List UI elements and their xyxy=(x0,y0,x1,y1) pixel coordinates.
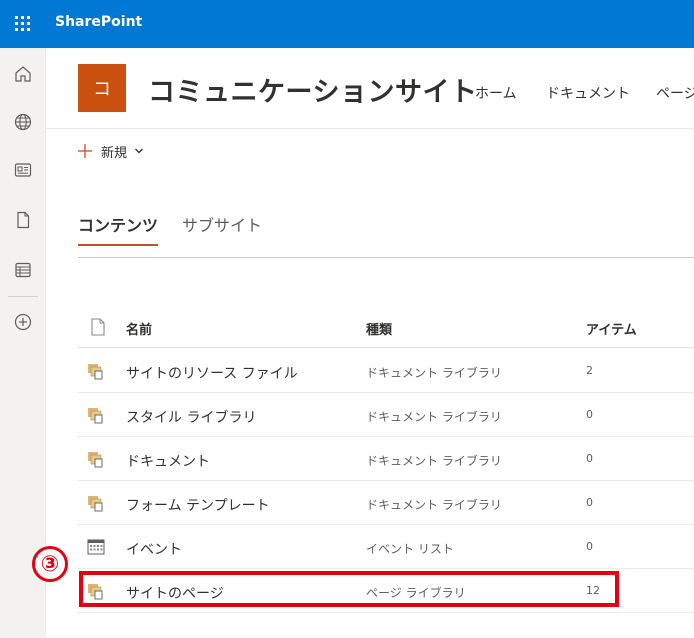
active-tab-indicator xyxy=(78,244,158,246)
new-button[interactable]: 新規 xyxy=(76,138,144,164)
column-header-items[interactable]: アイテム xyxy=(586,319,637,338)
list-row[interactable]: スタイル ライブラリ ドキュメント ライブラリ 0 xyxy=(78,393,694,437)
row-name[interactable]: サイトのリソース ファイル xyxy=(126,363,298,383)
news-button[interactable] xyxy=(0,150,46,190)
calendar-icon xyxy=(87,539,105,555)
rail-divider xyxy=(8,296,38,297)
app-name-link[interactable]: SharePoint xyxy=(55,14,142,30)
chevron-down-icon xyxy=(135,148,143,154)
tabs-divider xyxy=(78,257,694,258)
row-type: ドキュメント ライブラリ xyxy=(366,498,502,512)
lists-button[interactable] xyxy=(0,250,46,290)
row-name[interactable]: スタイル ライブラリ xyxy=(126,407,256,427)
globe-icon xyxy=(14,113,32,131)
sites-button[interactable] xyxy=(0,102,46,142)
library-icon xyxy=(88,408,103,424)
home-button[interactable] xyxy=(0,54,46,94)
nav-link-home[interactable]: ホーム xyxy=(475,83,517,103)
list-row[interactable]: フォーム テンプレート ドキュメント ライブラリ 0 xyxy=(78,481,694,525)
list-row[interactable]: イベント イベント リスト 0 xyxy=(78,525,694,569)
row-name[interactable]: ドキュメント xyxy=(126,451,210,471)
file-type-icon xyxy=(91,318,105,336)
list-row[interactable]: サイトのページ ページ ライブラリ 12 xyxy=(78,569,694,613)
row-count: 0 xyxy=(586,452,593,465)
library-icon xyxy=(88,452,103,468)
row-count: 0 xyxy=(586,540,593,553)
library-icon xyxy=(88,364,103,380)
row-type: イベント リスト xyxy=(366,542,454,556)
tab-contents[interactable]: コンテンツ xyxy=(78,212,158,246)
library-icon xyxy=(88,496,103,512)
app-launcher-button[interactable] xyxy=(0,0,46,48)
header-divider xyxy=(46,128,694,129)
column-header-name[interactable]: 名前 xyxy=(126,319,152,338)
list-icon xyxy=(15,262,31,278)
row-count: 2 xyxy=(586,364,593,377)
row-name[interactable]: フォーム テンプレート xyxy=(126,495,270,515)
row-name[interactable]: サイトのページ xyxy=(126,583,224,603)
plus-icon xyxy=(78,144,92,158)
news-icon xyxy=(14,163,32,177)
row-count: 0 xyxy=(586,496,593,509)
library-icon xyxy=(88,584,103,600)
row-type: ドキュメント ライブラリ xyxy=(366,366,502,380)
column-header-type[interactable]: 種類 xyxy=(366,319,392,338)
new-button-label: 新規 xyxy=(101,145,128,161)
create-button[interactable] xyxy=(0,302,46,342)
app-launcher-icon xyxy=(15,16,31,32)
step-number-badge: ③ xyxy=(32,546,68,582)
files-button[interactable] xyxy=(0,200,46,240)
list-row[interactable]: サイトのリソース ファイル ドキュメント ライブラリ 2 xyxy=(78,349,694,393)
suite-bar: SharePoint xyxy=(0,0,694,48)
row-count: 12 xyxy=(586,584,600,597)
row-name[interactable]: イベント xyxy=(126,539,182,559)
nav-link-documents[interactable]: ドキュメント xyxy=(546,83,630,103)
home-icon xyxy=(15,66,31,82)
row-type: ドキュメント ライブラリ xyxy=(366,410,502,424)
site-logo[interactable]: コ xyxy=(78,64,126,112)
site-title[interactable]: コミュニケーションサイト xyxy=(148,70,477,109)
add-circle-icon xyxy=(14,313,32,331)
list-header: 名前 種類 アイテム xyxy=(78,306,694,348)
row-type: ページ ライブラリ xyxy=(366,586,466,600)
row-count: 0 xyxy=(586,408,593,421)
list-row[interactable]: ドキュメント ドキュメント ライブラリ 0 xyxy=(78,437,694,481)
row-type: ドキュメント ライブラリ xyxy=(366,454,502,468)
document-icon xyxy=(17,211,30,229)
tab-subsites[interactable]: サブサイト xyxy=(182,212,262,246)
nav-link-pages[interactable]: ページ xyxy=(656,83,694,103)
